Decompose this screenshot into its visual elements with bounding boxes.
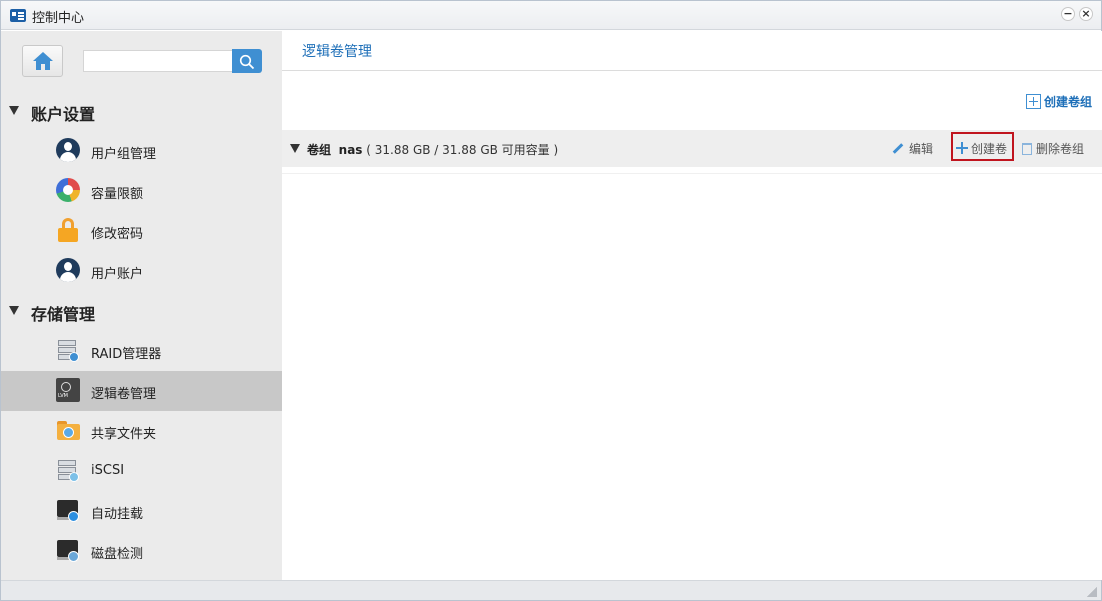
pencil-icon [892, 143, 904, 154]
sidebar-item-label: iSCSI [91, 463, 125, 478]
user-group-icon [56, 138, 80, 162]
delete-volume-group-button[interactable]: 删除卷组 [1022, 140, 1084, 157]
delete-label: 删除卷组 [1036, 142, 1085, 156]
automount-badge-icon [68, 511, 79, 522]
sidebar-item-disk-check[interactable]: 磁盘检测 [1, 531, 282, 571]
sidebar-item-label: 容量限额 [91, 187, 144, 202]
raid-icon-part [58, 340, 76, 346]
volume-group-row[interactable]: 卷组 nas ( 31.88 GB / 31.88 GB 可用容量 ) 编辑 创… [282, 130, 1102, 167]
collapse-triangle-icon [9, 106, 19, 115]
plus-box-icon [1025, 94, 1041, 109]
sidebar-item-shared-folders[interactable]: 共享文件夹 [1, 411, 282, 451]
control-center-app-icon [10, 9, 26, 22]
create-volume-button[interactable]: 创建卷 [951, 132, 1014, 161]
network-badge-icon [63, 427, 74, 438]
sidebar-item-label: 自动挂载 [91, 507, 144, 522]
sidebar-item-label: 共享文件夹 [91, 427, 157, 442]
lock-icon [56, 218, 80, 242]
sidebar-item-label: 用户组管理 [91, 147, 157, 162]
shared-folder-icon [56, 418, 80, 442]
quota-icon [56, 178, 80, 202]
iscsi-icon [56, 458, 80, 482]
home-icon [33, 52, 53, 70]
iscsi-icon-part [58, 460, 76, 466]
sidebar-item-lvm-management[interactable]: 逻辑卷管理 [1, 371, 282, 411]
section-storage-management[interactable]: 存储管理 [1, 291, 282, 331]
automount-icon [56, 498, 80, 522]
sidebar-item-label: 逻辑卷管理 [91, 387, 157, 402]
raid-icon [56, 338, 80, 362]
section-account-settings[interactable]: 账户设置 [1, 91, 282, 131]
volume-group-name: nas [338, 143, 363, 157]
minimize-button[interactable]: − [1061, 7, 1075, 21]
user-icon [56, 258, 80, 282]
search-icon [239, 54, 255, 70]
sidebar: 账户设置 用户组管理 容量限额 修改密码 用户账户 存储管理 RAID管理器 L… [1, 31, 282, 580]
sidebar-item-iscsi[interactable]: iSCSI [1, 451, 282, 491]
status-bar [1, 580, 1101, 600]
sidebar-item-user-groups[interactable]: 用户组管理 [1, 131, 282, 171]
close-button[interactable]: × [1079, 7, 1093, 21]
sidebar-item-partial[interactable] [1, 571, 282, 580]
sidebar-item-quota[interactable]: 容量限额 [1, 171, 282, 211]
volume-group-prefix: 卷组 [307, 143, 332, 157]
section-label: 账户设置 [31, 105, 96, 124]
raid-icon-badge [69, 352, 79, 362]
sidebar-item-automount[interactable]: 自动挂载 [1, 491, 282, 531]
control-center-window: 控制中心 − × 账户设置 用户组管理 容量限额 修改密码 用户账户 存储管理 … [0, 0, 1102, 601]
sidebar-item-change-password[interactable]: 修改密码 [1, 211, 282, 251]
create-volume-group-label: 创建卷组 [1043, 95, 1092, 109]
volume-group-capacity: ( 31.88 GB / 31.88 GB 可用容量 ) [366, 143, 559, 157]
edit-volume-group-button[interactable]: 编辑 [892, 140, 933, 157]
disk-check-badge-icon [68, 551, 79, 562]
main-header: 逻辑卷管理 [282, 31, 1102, 71]
window-title: 控制中心 [32, 11, 85, 26]
section-label: 存储管理 [31, 305, 96, 324]
create-volume-group-button[interactable]: 创建卷组 [1025, 93, 1092, 109]
sidebar-item-label: RAID管理器 [91, 347, 162, 362]
plus-icon [956, 142, 968, 154]
page-title: 逻辑卷管理 [302, 44, 372, 60]
main-panel: 逻辑卷管理 创建卷组 卷组 nas ( 31.88 GB / 31.88 GB … [282, 31, 1102, 580]
resize-grip-icon[interactable] [1087, 587, 1097, 597]
search-input[interactable] [83, 50, 233, 72]
sidebar-item-label: 磁盘检测 [91, 547, 144, 562]
create-volume-label: 创建卷 [971, 142, 1008, 156]
sidebar-item-raid-manager[interactable]: RAID管理器 [1, 331, 282, 371]
sidebar-item-label: 修改密码 [91, 227, 144, 242]
lvm-icon [56, 378, 80, 402]
edit-label: 编辑 [909, 142, 934, 156]
disk-check-icon [56, 538, 80, 562]
title-bar[interactable]: 控制中心 − × [1, 1, 1101, 30]
iscsi-icon-badge [69, 472, 79, 482]
trash-icon [1022, 143, 1032, 155]
expand-triangle-icon[interactable] [290, 144, 300, 153]
home-button[interactable] [22, 45, 63, 77]
volume-group-label: 卷组 nas ( 31.88 GB / 31.88 GB 可用容量 ) [307, 141, 558, 158]
collapse-triangle-icon [9, 306, 19, 315]
sidebar-item-label: 用户账户 [91, 267, 144, 282]
sidebar-item-user-accounts[interactable]: 用户账户 [1, 251, 282, 291]
divider [282, 173, 1102, 174]
search-button[interactable] [232, 49, 262, 73]
